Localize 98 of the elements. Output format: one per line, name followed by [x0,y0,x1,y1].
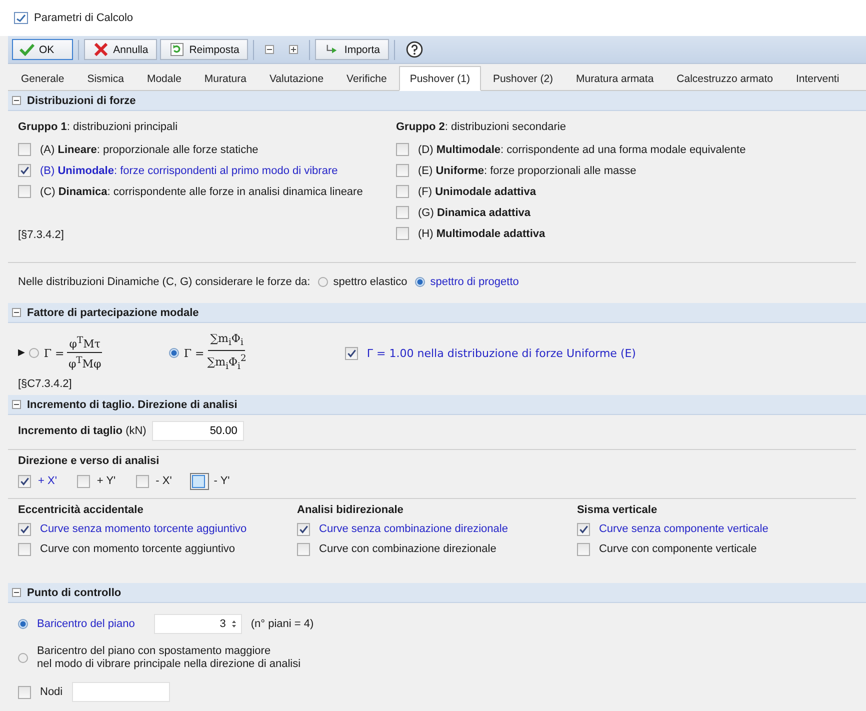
reference-label: [§7.3.4.2] [18,228,64,243]
checkbox[interactable] [576,522,590,536]
option-label: Curve con componente verticale [598,543,757,555]
checkbox[interactable] [18,686,31,698]
option-label: Curve senza componente verticale [598,523,768,535]
checkbox[interactable] [136,474,149,488]
tab[interactable]: Muratura [193,68,258,90]
section-header[interactable]: Distribuzioni di forze [8,91,866,111]
tab[interactable]: Valutazione [258,68,335,90]
shear-label: Incremento di taglio (kN) [18,425,146,437]
floor-count-note: (n° piani = 4) [250,618,314,630]
plus-icon [289,45,298,54]
checkbox[interactable] [18,542,31,556]
tab[interactable]: Interventi [784,68,850,90]
tab[interactable]: Generale [10,68,76,90]
window-title: Parametri di Calcolo [34,12,134,24]
option-label: Curve senza combinazione direzionale [319,523,508,535]
column-title: Sisma verticale [576,503,658,518]
checkbox[interactable] [344,346,358,360]
option-label: (G) Dinamica adattiva [418,206,530,218]
column-title: Eccentricità accidentale [18,503,144,518]
option-label: (C) Dinamica: corrispondente alle forze in analisi dinamica lineare [40,186,363,198]
ok-button[interactable]: OK [12,39,74,60]
option-label: Curve con momento torcente aggiuntivo [40,543,236,555]
option-label: Nodi [40,686,63,698]
radio-button[interactable] [18,619,28,629]
option-label: Curve con combinazione direzionale [319,543,496,555]
radio-button[interactable] [318,277,328,287]
reset-button[interactable]: Reimposta [160,39,248,60]
checkbox[interactable] [76,474,90,488]
close-icon [93,43,110,56]
check-icon [19,43,35,56]
section-header[interactable]: Punto di controllo [8,583,866,603]
option-label: + X' [38,475,57,487]
checkbox[interactable] [396,227,409,240]
option-label: (F) Unimodale adattiva [418,186,536,198]
checkbox[interactable] [297,522,310,536]
checkbox[interactable] [396,206,409,219]
checkbox[interactable] [18,164,31,177]
app-icon [14,12,28,24]
option-label: spettro elastico [333,276,408,288]
group-title: Gruppo 2: distribuzioni secondarie [396,120,567,135]
floor-spinner[interactable]: 3 [154,614,242,634]
collapse-icon [12,96,21,105]
collapse-icon [12,588,21,597]
option-label: Curve senza momento torcente aggiuntivo [40,523,247,535]
tab[interactable]: Modale [136,68,192,90]
checkbox[interactable] [297,542,310,556]
help-icon [406,41,424,58]
refresh-icon [169,43,186,56]
checkbox[interactable] [576,542,590,556]
option-label: (D) Multimodale: corrispondente ad una forma modale equivalente [418,144,746,156]
checkbox[interactable] [396,185,409,198]
checkbox[interactable] [18,185,31,198]
tab[interactable]: Verifiche [336,68,398,90]
tab[interactable]: Calcestruzzo armato [666,68,784,90]
checkbox[interactable] [18,522,31,536]
option-label: - Y' [212,475,230,487]
shear-field[interactable]: 50.00 [152,421,244,441]
checkbox[interactable] [396,143,409,156]
option-label: (E) Uniforme: forze proporzionali alle masse [418,164,636,176]
checkbox[interactable] [396,164,409,177]
checkbox[interactable] [192,474,205,488]
checkbox[interactable] [18,143,31,156]
collapse-icon [12,308,21,317]
tab[interactable]: Pushover (2) [482,68,564,90]
option-label: Baricentro del piano con spostamento maggiore nel modo di vibrare principale nella direzione di analisi [37,645,301,671]
option-label: + Y' [96,475,116,487]
minus-icon [265,45,274,54]
tab[interactable]: Muratura armata [565,68,665,90]
spinner-arrows-icon [230,619,237,629]
section-header[interactable]: Incremento di taglio. Direzione di analisi [8,395,866,415]
tab[interactable]: Pushover (1) [398,66,481,91]
radio-button[interactable] [415,277,426,287]
section-header[interactable]: Fattore di partecipazione modale [8,303,866,323]
cancel-button[interactable]: Annulla [84,39,158,60]
checkbox[interactable] [18,474,31,488]
option-label: Γ = 1.00 nella distribuzione di forze Uniforme (E) [366,346,636,360]
formula: Γ = φ$^{T}$Mτ φ$^{T}$Mφ [44,334,102,372]
option-label: (B) Unimodale: forze corrispondenti al primo modo di vibrare [40,164,338,176]
tab[interactable]: Sismica [76,68,135,90]
collapse-icon [12,400,21,409]
import-button[interactable]: Importa [315,39,390,60]
column-title: Analisi bidirezionale [297,503,404,518]
reference-label: [§C7.3.4.2] [18,377,73,392]
option-label: Baricentro del piano [37,618,135,630]
option-label: - X' [156,475,172,487]
direction-title: Direzione e verso di analisi [18,454,160,469]
row-marker: ▶ [18,348,25,358]
group-title: Gruppo 1: distribuzioni principali [18,120,179,135]
radio-button[interactable] [18,653,28,663]
radio-button[interactable] [168,348,179,358]
option-label: (A) Lineare: proporzionale alle forze statiche [40,144,258,156]
nodes-field[interactable] [72,682,170,702]
option-label: spettro di progetto [430,276,519,288]
radio-button[interactable] [28,348,39,358]
spectrum-label: Nelle distribuzioni Dinamiche (C, G) considerare le forze da: [18,276,310,288]
option-label: (H) Multimodale adattiva [418,228,546,240]
